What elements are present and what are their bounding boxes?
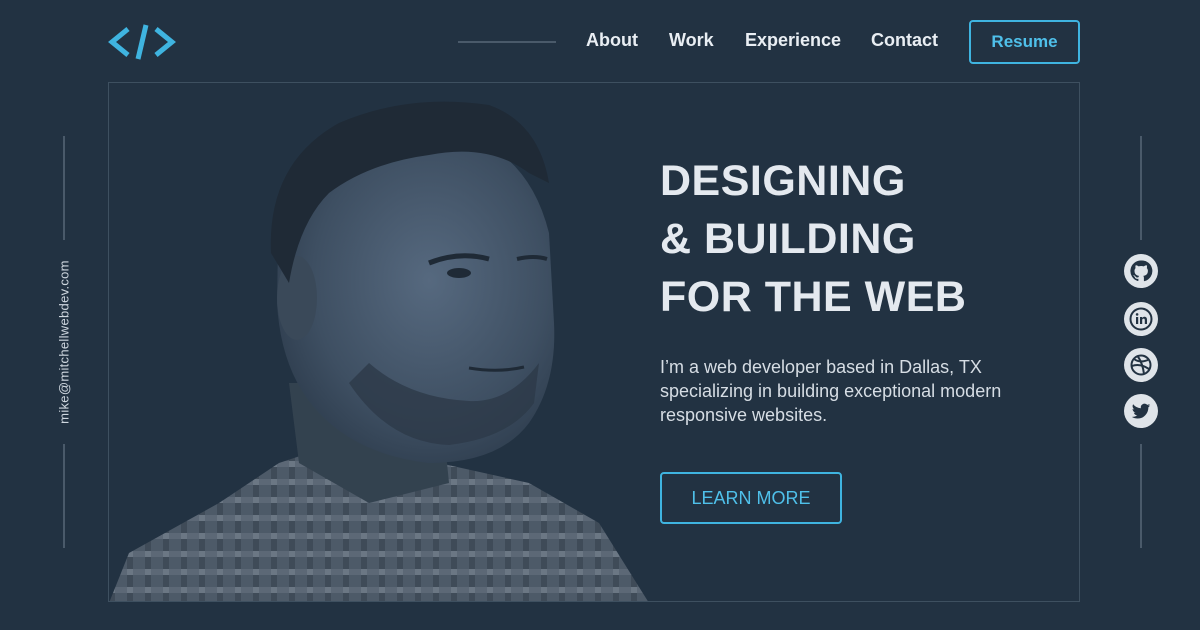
hero-title-line-1: DESIGNING <box>660 157 906 205</box>
left-line-top <box>63 136 65 240</box>
hero-description: I’m a web developer based in Dallas, TX … <box>660 357 1002 425</box>
resume-button[interactable]: Resume <box>969 20 1080 64</box>
hero-title: DESIGNING & BUILDING FOR THE WEB <box>660 152 1080 326</box>
right-line-bottom <box>1140 444 1142 548</box>
right-line-top <box>1140 136 1142 240</box>
learn-more-button[interactable]: LEARN MORE <box>660 472 842 524</box>
hero-title-line-2: & BUILDING <box>660 215 916 263</box>
dribbble-icon[interactable] <box>1124 348 1158 382</box>
nav-experience[interactable]: Experience <box>745 30 841 51</box>
nav-about[interactable]: About <box>586 30 638 51</box>
twitter-icon[interactable] <box>1124 394 1158 428</box>
hero-title-line-3: FOR THE WEB <box>660 273 967 321</box>
code-brackets-icon[interactable] <box>106 22 178 62</box>
nav-divider <box>458 41 556 43</box>
github-icon[interactable] <box>1124 254 1158 288</box>
left-line-bottom <box>63 444 65 548</box>
nav-contact[interactable]: Contact <box>871 30 938 51</box>
nav-work[interactable]: Work <box>669 30 714 51</box>
linkedin-icon[interactable] <box>1124 302 1158 336</box>
portrait-image <box>109 101 648 601</box>
email-link[interactable]: mike@mitchellwebdev.com <box>57 260 72 424</box>
